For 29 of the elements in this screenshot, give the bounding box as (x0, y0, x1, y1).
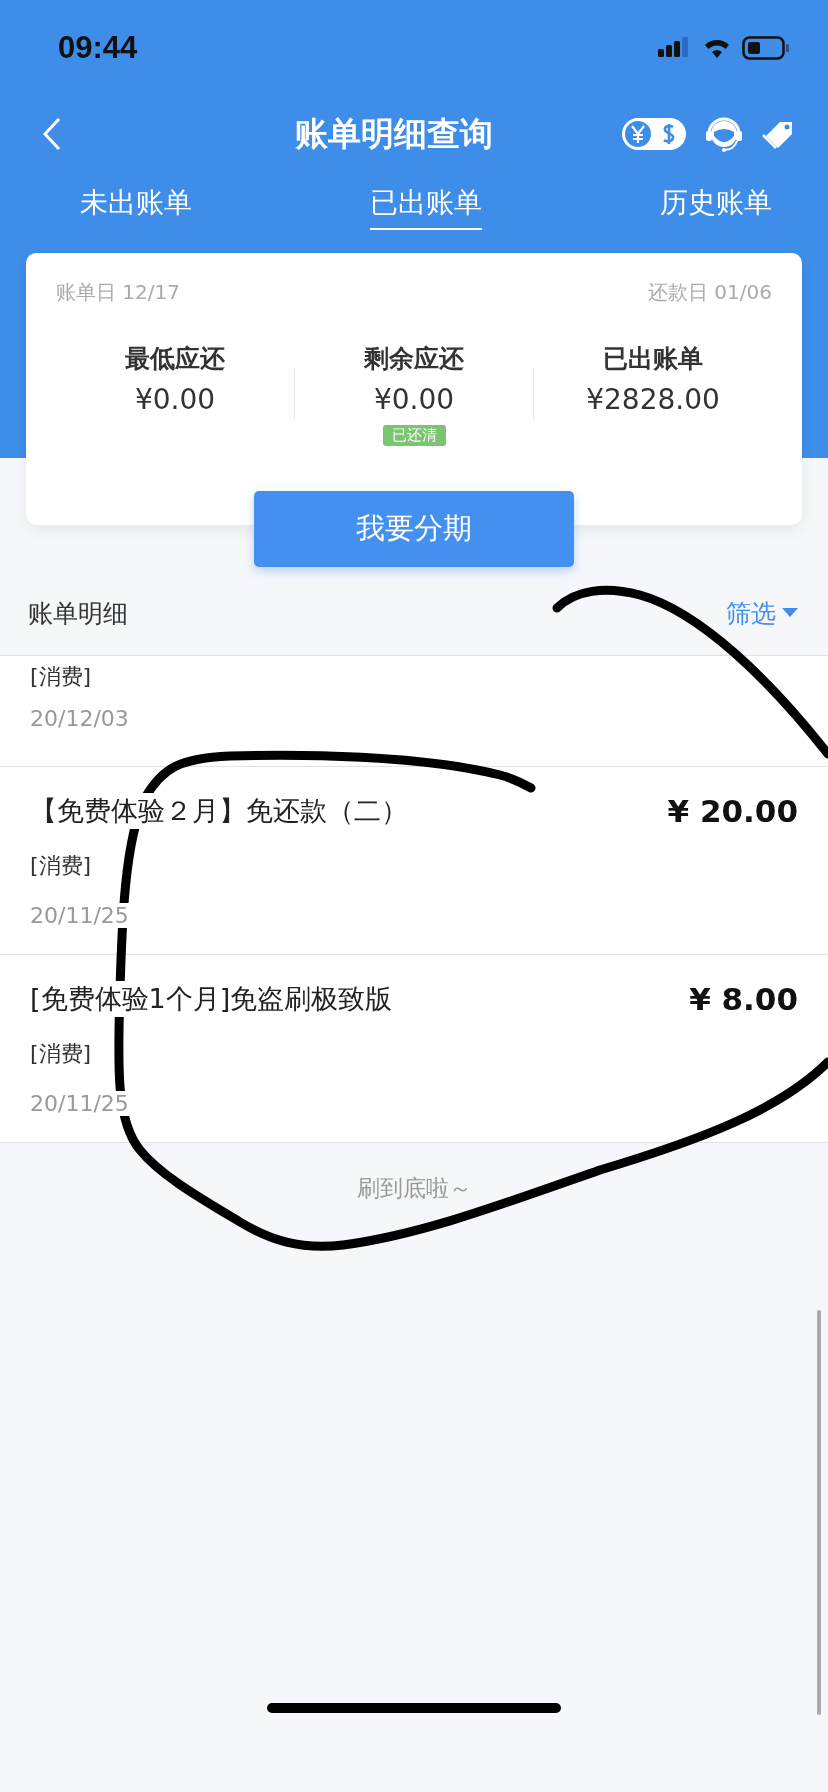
tab[interactable]: 已出账单 (370, 178, 482, 230)
stat-value: ¥0.00 (134, 383, 216, 416)
due-day: 还款日 01/06 (648, 279, 772, 306)
stat-value: ¥2828.00 (586, 383, 720, 416)
installment-button[interactable]: 我要分期 (254, 491, 574, 567)
status-time: 09:44 (58, 30, 138, 66)
transaction-date: 20/11/25 (30, 1091, 129, 1116)
stat-label: 剩余应还 (364, 343, 464, 375)
battery-icon (742, 36, 790, 60)
transaction-row[interactable]: [消费] 20/12/03 (0, 656, 828, 767)
end-of-list-text: 刷到底啦～ (356, 1175, 472, 1201)
back-button[interactable] (42, 117, 62, 151)
transaction-row[interactable]: [免费体验1个月]免盗刷极致版 ¥ 8.00 [消费] 20/11/25 (0, 955, 828, 1143)
tab[interactable]: 历史账单 (660, 178, 772, 230)
bill-day: 账单日 12/17 (56, 279, 180, 306)
transaction-row[interactable]: 【免费体验２月】免还款（二） ¥ 20.00 [消费] 20/11/25 (0, 767, 828, 955)
stat-value: ¥0.00 (373, 383, 455, 416)
page-title: 账单明细查询 (295, 112, 493, 155)
filter-button[interactable]: 筛选 (726, 596, 798, 630)
transaction-date: 20/11/25 (30, 903, 129, 928)
currency-toggle-icon[interactable] (622, 118, 686, 150)
status-badge: 已还清 (382, 425, 446, 446)
transaction-title: [免费体验1个月]免盗刷极致版 (30, 981, 393, 1017)
stat-label: 最低应还 (125, 343, 225, 375)
stat-label: 已出账单 (603, 343, 703, 375)
section-title: 账单明细 (28, 597, 128, 630)
tab[interactable]: 未出账单 (80, 178, 192, 230)
wifi-icon (702, 37, 732, 59)
caret-icon (782, 608, 798, 618)
